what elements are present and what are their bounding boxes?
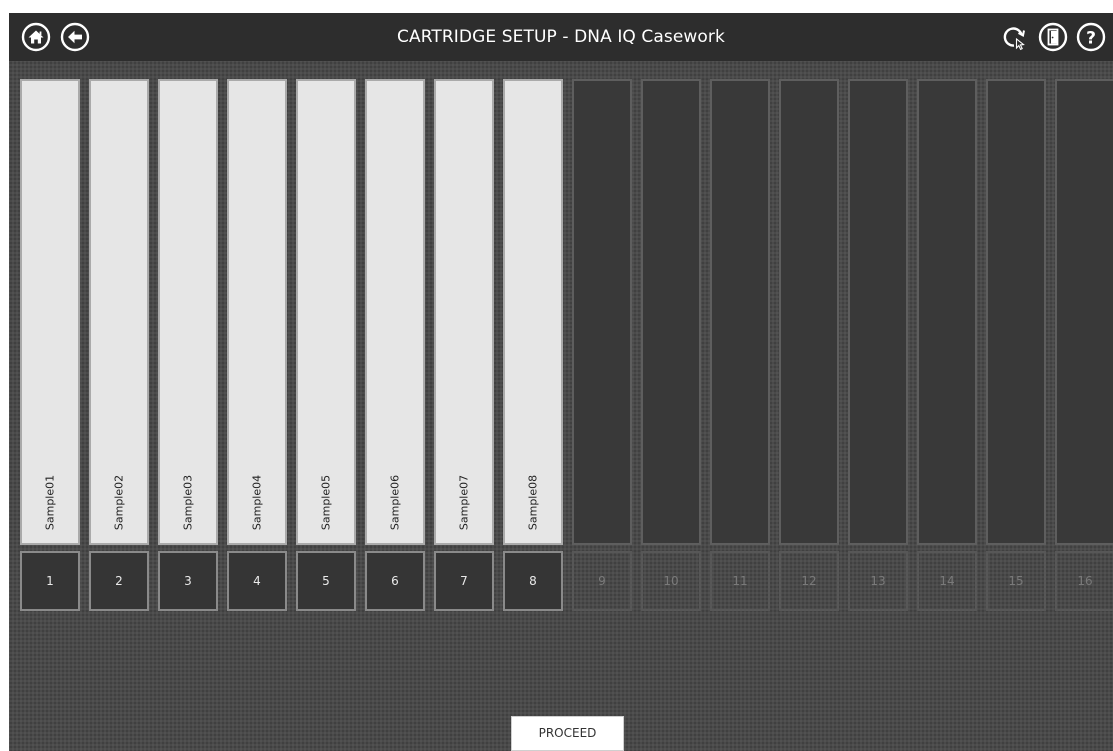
sample-label: Sample07	[457, 474, 471, 531]
cartridge-slot[interactable]: Sample04	[227, 79, 287, 545]
slot-number-button[interactable]: 6	[365, 551, 425, 611]
sample-label: Sample04	[250, 474, 264, 531]
sample-label: Sample05	[319, 474, 333, 531]
slot-number-button[interactable]: 13	[848, 551, 908, 611]
cartridge-slot[interactable]	[572, 79, 632, 545]
cartridge-slot[interactable]	[1055, 79, 1113, 545]
cartridge-setup-screen: CARTRIDGE SETUP - DNA IQ Casework ? Samp…	[9, 13, 1113, 751]
sample-label: Sample02	[112, 474, 126, 531]
svg-text:?: ?	[1086, 29, 1096, 49]
cartridge-slot[interactable]	[917, 79, 977, 545]
slot-number-button[interactable]: 7	[434, 551, 494, 611]
sample-label: Sample03	[181, 474, 195, 531]
page-title: CARTRIDGE SETUP - DNA IQ Casework	[397, 27, 725, 47]
sample-label: Sample01	[43, 474, 57, 531]
cartridge-slot[interactable]: Sample02	[89, 79, 149, 545]
refresh-search-icon[interactable]	[999, 22, 1029, 52]
cartridge-slot[interactable]	[779, 79, 839, 545]
cartridge-slot[interactable]: Sample05	[296, 79, 356, 545]
slot-number-button[interactable]: 15	[986, 551, 1046, 611]
cartridge-slot[interactable]: Sample01	[20, 79, 80, 545]
slot-number-button[interactable]: 11	[710, 551, 770, 611]
cartridge-slot[interactable]	[986, 79, 1046, 545]
slot-number-button[interactable]: 9	[572, 551, 632, 611]
slot-number-button[interactable]: 5	[296, 551, 356, 611]
slot-number-button[interactable]: 10	[641, 551, 701, 611]
slot-number-button[interactable]: 4	[227, 551, 287, 611]
help-icon[interactable]: ?	[1076, 22, 1106, 52]
cartridge-slot[interactable]	[641, 79, 701, 545]
header-bar: CARTRIDGE SETUP - DNA IQ Casework ?	[9, 13, 1113, 61]
cartridge-slot[interactable]: Sample07	[434, 79, 494, 545]
slot-number-button[interactable]: 1	[20, 551, 80, 611]
sample-label: Sample06	[388, 474, 402, 531]
sample-label: Sample08	[526, 474, 540, 531]
slot-number-button[interactable]: 3	[158, 551, 218, 611]
cartridge-slot[interactable]: Sample03	[158, 79, 218, 545]
logout-door-icon[interactable]	[1038, 22, 1068, 52]
slot-number-button[interactable]: 12	[779, 551, 839, 611]
slot-number-button[interactable]: 16	[1055, 551, 1113, 611]
cartridge-slot[interactable]	[710, 79, 770, 545]
cartridge-slot[interactable]: Sample08	[503, 79, 563, 545]
slot-number-button[interactable]: 8	[503, 551, 563, 611]
slot-number-button[interactable]: 14	[917, 551, 977, 611]
cartridge-slot[interactable]: Sample06	[365, 79, 425, 545]
slot-number-button[interactable]: 2	[89, 551, 149, 611]
cartridge-slot[interactable]	[848, 79, 908, 545]
proceed-button[interactable]: PROCEED	[511, 716, 624, 751]
